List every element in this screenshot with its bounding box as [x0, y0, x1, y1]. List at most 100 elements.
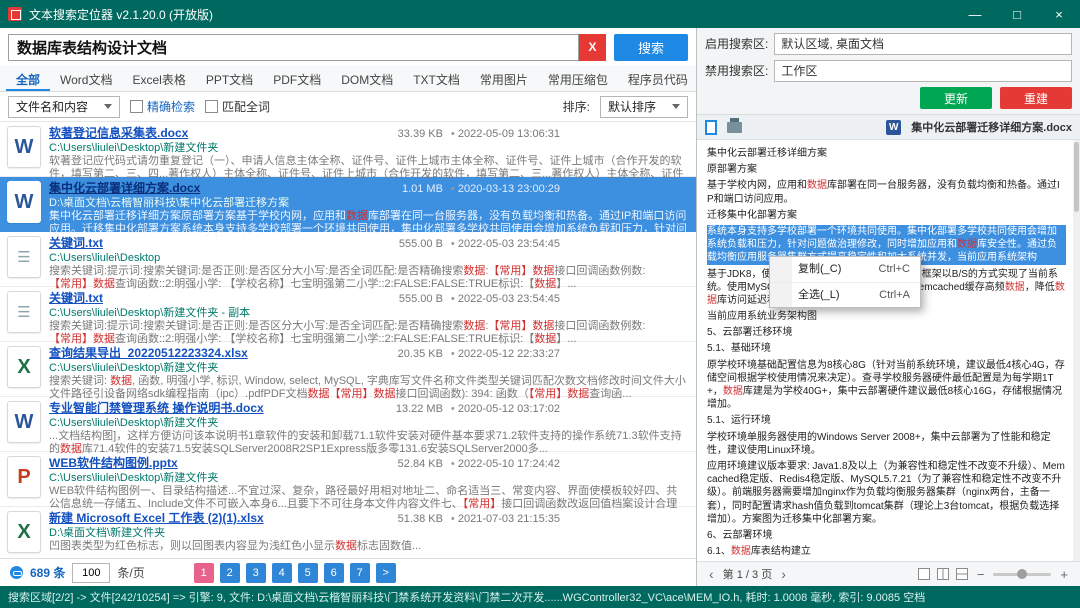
- file-name[interactable]: 关键词.txt: [49, 291, 391, 306]
- file-type-letter: W: [14, 136, 34, 158]
- doc-paragraph: 5、云部署迁移环境: [707, 327, 793, 339]
- next-page-button[interactable]: >: [375, 562, 396, 583]
- file-date: 2020-03-13 23:00:29: [451, 182, 560, 197]
- file-path: C:\Users\liulei\Desktop\新建文件夹: [49, 472, 219, 484]
- statusbar: 搜索区域[2/2] -> 文件[242/10254] => 引擎: 9, 文件:…: [0, 586, 1080, 608]
- tab-pdf[interactable]: PDF文档: [263, 66, 331, 91]
- search-input[interactable]: [8, 33, 579, 61]
- file-date: 2022-05-12 22:33:27: [451, 347, 560, 362]
- file-date: 2022-05-09 13:06:31: [451, 127, 560, 142]
- two-page-view-icon[interactable]: [936, 568, 949, 580]
- file-preview: 搜索关键词:提示词:搜索关键词:是否正则:是否区分大小写:是否全词匹配:是否精确…: [49, 265, 646, 290]
- enabled-zone-row: 启用搜索区:: [697, 28, 1080, 55]
- preview-scrollbar[interactable]: [1073, 140, 1080, 561]
- result-item[interactable]: X 新建 Microsoft Excel 工作表 (2)(1).xlsx 51.…: [0, 507, 696, 558]
- file-type-letter: P: [17, 466, 31, 488]
- file-type-icon: W: [7, 181, 41, 223]
- tab-txt[interactable]: TXT文档: [403, 66, 470, 91]
- file-preview: 搜索关键词:提示词:搜索关键词:是否正则:是否区分大小写:是否全词匹配:是否精确…: [49, 320, 646, 345]
- preview-prev-page-button[interactable]: ‹: [707, 566, 716, 582]
- tab-all[interactable]: 全部: [6, 66, 51, 91]
- result-item[interactable]: W 软著登记信息采集表.docx 33.39 KB 2022-05-09 13:…: [0, 122, 696, 180]
- file-size: 13.22 MB: [395, 403, 443, 415]
- menu-item-label: 复制(_C): [798, 263, 842, 275]
- clear-search-button[interactable]: X: [579, 33, 606, 61]
- maximize-button[interactable]: □: [996, 0, 1038, 28]
- whole-word-checkbox[interactable]: 匹配全词: [205, 98, 270, 115]
- file-size: 33.39 KB: [397, 128, 443, 140]
- sort-dropdown[interactable]: 默认排序: [599, 95, 688, 118]
- update-button[interactable]: 更新: [920, 87, 992, 109]
- file-name[interactable]: 关键词.txt: [49, 236, 391, 251]
- doc-paragraph: 5.1、运行环境: [707, 415, 771, 427]
- file-type-tabs: 全部 Word文档 Excel表格 PPT文档 PDF文档 DOM文档 TXT文…: [0, 66, 696, 92]
- file-name[interactable]: 软著登记信息采集表.docx: [49, 126, 390, 141]
- tab-excel[interactable]: Excel表格: [122, 66, 195, 91]
- doc-paragraph: 迁移集中化部署方案: [707, 209, 797, 221]
- preview-next-page-button[interactable]: ›: [779, 566, 788, 582]
- single-page-view-icon[interactable]: [917, 568, 930, 580]
- search-button[interactable]: 搜索: [614, 33, 688, 61]
- page-button[interactable]: 2: [219, 562, 240, 583]
- app-icon: [8, 7, 22, 21]
- disabled-zone-input[interactable]: [774, 59, 1072, 82]
- exact-search-checkbox[interactable]: 精确检索: [130, 98, 195, 115]
- page-size-input[interactable]: [72, 562, 111, 583]
- result-item[interactable]: W 专业智能门禁管理系统 操作说明书.docx 13.22 MB 2020-05…: [0, 397, 696, 455]
- preview-toolbar: W 集中化云部署迁移详细方案.docx: [697, 114, 1080, 140]
- file-name[interactable]: WEB软件结构图例.pptx: [49, 456, 390, 471]
- tab-ppt[interactable]: PPT文档: [196, 66, 263, 91]
- file-type-letter: X: [17, 521, 31, 543]
- file-name[interactable]: 新建 Microsoft Excel 工作表 (2)(1).xlsx: [49, 511, 390, 526]
- result-item[interactable]: X 查询结果导出_20220512223324.xlsx 20.35 KB 20…: [0, 342, 696, 400]
- tab-archives[interactable]: 常用压缩包: [538, 66, 618, 91]
- search-bar: X 搜索: [0, 28, 696, 66]
- rebuild-button[interactable]: 重建: [1000, 87, 1072, 109]
- menu-item-select-all[interactable]: 全选(_L) Ctrl+A: [770, 281, 920, 308]
- tab-images[interactable]: 常用图片: [470, 66, 538, 91]
- sort-value: 默认排序: [607, 100, 656, 114]
- zoom-slider-knob[interactable]: [1017, 568, 1028, 579]
- scrollbar-thumb[interactable]: [1074, 142, 1079, 212]
- page-button[interactable]: 5: [297, 562, 318, 583]
- tab-dom[interactable]: DOM文档: [331, 66, 403, 91]
- result-item[interactable]: W 集中化云部署详细方案.docx 1.01 MB 2020-03-13 23:…: [0, 177, 696, 235]
- chevron-down-icon: [672, 104, 680, 109]
- result-item[interactable]: ☰ 关键词.txt 555.00 B 2022-05-03 23:54:45 C…: [0, 232, 696, 290]
- zoom-out-button[interactable]: −: [975, 567, 987, 582]
- open-document-icon[interactable]: [705, 119, 717, 135]
- result-item[interactable]: ☰ 关键词.txt 555.00 B 2022-05-03 23:54:45 C…: [0, 287, 696, 345]
- file-type-letter: ☰: [17, 303, 31, 321]
- doc-paragraph: 6.1、数据库表结构建立: [707, 546, 811, 558]
- file-name[interactable]: 查询结果导出_20220512223324.xlsx: [49, 346, 390, 361]
- search-scope-value: 文件名和内容: [16, 100, 89, 114]
- file-name[interactable]: 集中化云部署详细方案.docx: [49, 181, 394, 196]
- minimize-button[interactable]: —: [954, 0, 996, 28]
- file-preview: 集中化云部署迁移详细方案原部署方案基于学校内网，应用和数据库部署在同一台服务器，…: [49, 210, 687, 235]
- enabled-zone-input[interactable]: [774, 32, 1072, 55]
- checkbox-box: [130, 100, 144, 113]
- tab-word[interactable]: Word文档: [50, 66, 122, 91]
- menu-item-copy[interactable]: 复制(_C) Ctrl+C: [770, 257, 920, 282]
- page-button[interactable]: 7: [349, 562, 370, 583]
- print-icon[interactable]: [727, 117, 742, 133]
- continuous-view-icon[interactable]: [955, 568, 968, 580]
- titlebar: 文本搜索定位器 v2.1.20.0 (开放版) — □ ×: [0, 0, 1080, 28]
- file-size: 52.84 KB: [397, 458, 443, 470]
- page-button[interactable]: 4: [271, 562, 292, 583]
- app-window: 文本搜索定位器 v2.1.20.0 (开放版) — □ × X 搜索 全部 Wo…: [0, 0, 1080, 608]
- doc-paragraph: 原部署方案: [707, 164, 757, 176]
- doc-paragraph: 学校环境单服务器使用的Windows Server 2008+，集中云部署为了性…: [707, 431, 1051, 456]
- page-button[interactable]: 3: [245, 562, 266, 583]
- zoom-slider[interactable]: [993, 568, 1052, 579]
- file-name[interactable]: 专业智能门禁管理系统 操作说明书.docx: [49, 401, 388, 416]
- tab-code[interactable]: 程序员代码: [618, 66, 698, 91]
- page-button[interactable]: 6: [323, 562, 344, 583]
- page-button[interactable]: 1: [193, 562, 214, 583]
- result-item[interactable]: P WEB软件结构图例.pptx 52.84 KB 2022-05-10 17:…: [0, 452, 696, 510]
- file-preview: 凹图表类型为红色标志，则以回图表内容显为浅红色小显示数据标志固数值...: [49, 540, 422, 552]
- document-preview[interactable]: 集中化云部署迁移详细方案 原部署方案 基于学校内网，应用和数据库部署在同一台服务…: [697, 140, 1080, 561]
- zoom-in-button[interactable]: +: [1058, 567, 1070, 582]
- close-button[interactable]: ×: [1038, 0, 1080, 28]
- search-scope-dropdown[interactable]: 文件名和内容: [8, 95, 121, 118]
